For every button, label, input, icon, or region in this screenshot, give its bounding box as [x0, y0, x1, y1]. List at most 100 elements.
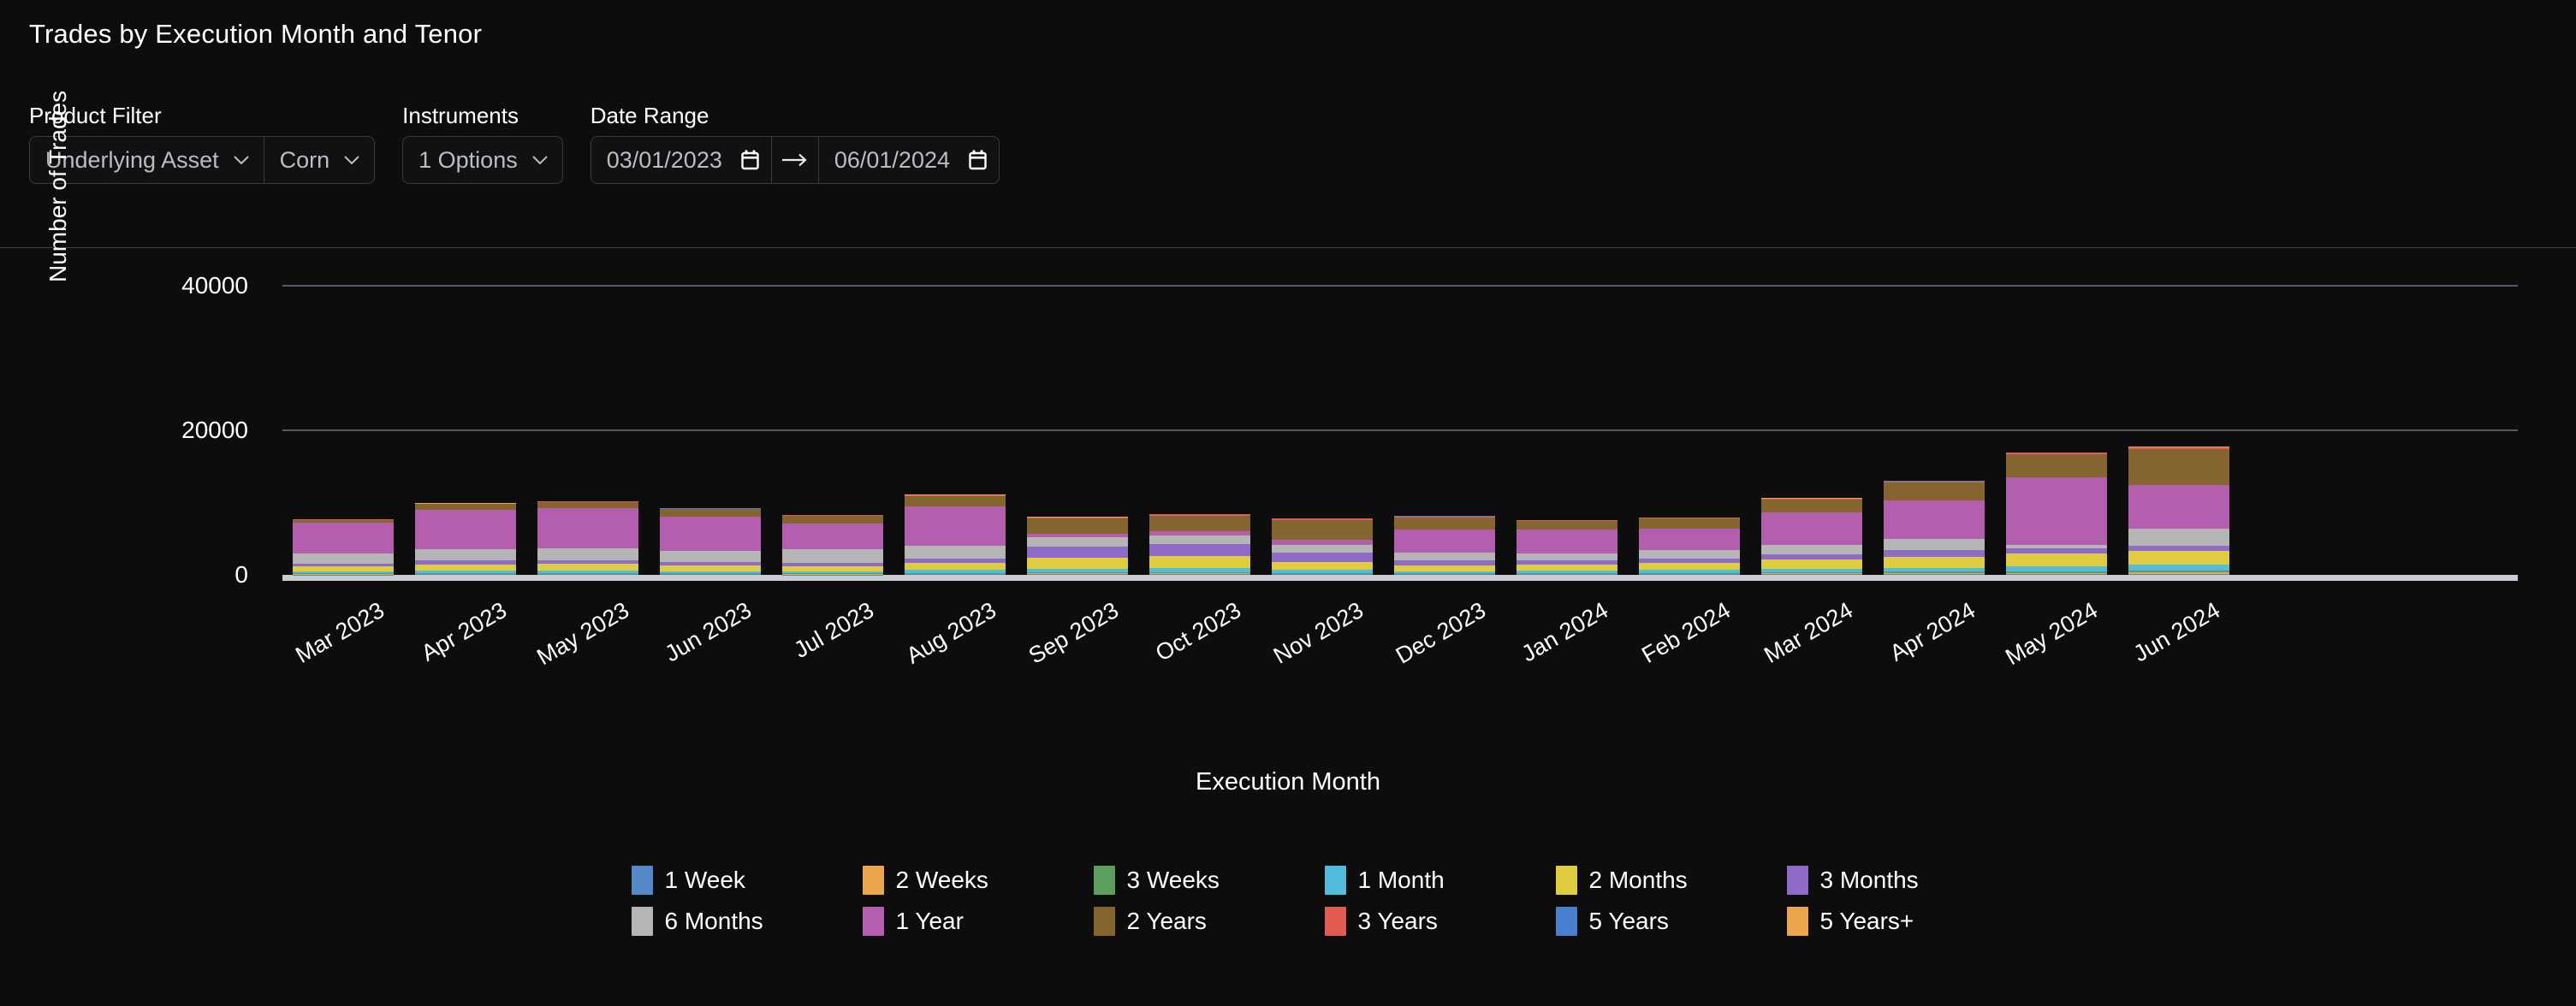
bar-column[interactable]	[660, 508, 761, 575]
bar-column[interactable]	[1027, 517, 1128, 575]
bar-segment[interactable]	[1149, 543, 1250, 557]
bar-column[interactable]	[415, 503, 516, 575]
bar-segment[interactable]	[1761, 500, 1862, 513]
bar-column[interactable]	[537, 500, 638, 575]
bar-segment[interactable]	[2006, 454, 2107, 478]
bar-segment[interactable]	[905, 562, 1006, 571]
calendar-icon[interactable]	[969, 150, 987, 170]
bar-segment[interactable]	[415, 504, 516, 511]
bar-segment[interactable]	[1394, 530, 1495, 553]
bar-segment[interactable]	[1027, 558, 1128, 569]
legend-item[interactable]: 5 Years+	[1786, 907, 1945, 936]
bar-segment[interactable]	[1517, 553, 1617, 561]
bar-segment[interactable]	[537, 547, 638, 560]
bar-segment[interactable]	[1149, 535, 1250, 544]
bar-column[interactable]	[782, 515, 883, 575]
legend-item[interactable]: 3 Months	[1786, 866, 1945, 895]
bar-segment[interactable]	[782, 549, 883, 564]
bar-segment[interactable]	[1027, 546, 1128, 559]
calendar-icon[interactable]	[741, 150, 759, 170]
bar-column[interactable]	[1149, 513, 1250, 575]
bar-column[interactable]	[2128, 447, 2229, 575]
bar-segment[interactable]	[1761, 544, 1862, 554]
bar-segment[interactable]	[537, 508, 638, 548]
bar-segment[interactable]	[1272, 574, 1373, 575]
bar-segment[interactable]	[1272, 561, 1373, 571]
legend-item[interactable]: 3 Years	[1324, 907, 1483, 936]
bar-segment[interactable]	[2128, 529, 2229, 546]
date-range-end-input[interactable]: 06/01/2024	[819, 137, 999, 183]
bar-segment[interactable]	[660, 509, 761, 517]
bar-segment[interactable]	[537, 564, 638, 571]
bar-segment[interactable]	[1149, 515, 1250, 531]
bar-column[interactable]	[1394, 516, 1495, 575]
bar-segment[interactable]	[1761, 553, 1862, 560]
bar-segment[interactable]	[2006, 477, 2107, 545]
legend-item[interactable]: 2 Months	[1555, 866, 1714, 895]
bar-segment[interactable]	[1272, 544, 1373, 553]
bar-segment[interactable]	[415, 510, 516, 549]
instruments-select[interactable]: 1 Options	[403, 137, 562, 183]
bar-segment[interactable]	[1394, 553, 1495, 561]
bar-segment[interactable]	[905, 495, 1006, 506]
legend-item[interactable]: 1 Month	[1324, 866, 1483, 895]
bar-segment[interactable]	[1517, 574, 1617, 575]
bar-segment[interactable]	[1394, 565, 1495, 571]
bar-segment[interactable]	[1394, 574, 1495, 575]
legend-item[interactable]: 3 Weeks	[1093, 866, 1252, 895]
bar-segment[interactable]	[1272, 519, 1373, 540]
bar-segment[interactable]	[1394, 517, 1495, 530]
bar-segment[interactable]	[1884, 573, 1985, 575]
legend-item[interactable]: 1 Year	[862, 907, 1021, 936]
bar-segment[interactable]	[1272, 552, 1373, 562]
bar-segment[interactable]	[1149, 574, 1250, 575]
bar-segment[interactable]	[1639, 562, 1740, 571]
bar-column[interactable]	[1517, 519, 1617, 575]
bar-segment[interactable]	[2006, 553, 2107, 566]
bar-segment[interactable]	[2006, 573, 2107, 575]
bar-segment[interactable]	[905, 546, 1006, 559]
bar-segment[interactable]	[415, 564, 516, 571]
bar-segment[interactable]	[660, 551, 761, 562]
bar-segment[interactable]	[1639, 528, 1740, 551]
bar-segment[interactable]	[537, 501, 638, 509]
bar-segment[interactable]	[1517, 564, 1617, 571]
bar-segment[interactable]	[293, 522, 394, 554]
bar-segment[interactable]	[1027, 537, 1128, 547]
bar-segment[interactable]	[1027, 518, 1128, 534]
bar-segment[interactable]	[2128, 573, 2229, 575]
bar-segment[interactable]	[293, 553, 394, 565]
bar-segment[interactable]	[660, 574, 761, 575]
bar-segment[interactable]	[415, 548, 516, 561]
bar-segment[interactable]	[2128, 545, 2229, 552]
bar-segment[interactable]	[660, 565, 761, 571]
bar-segment[interactable]	[782, 523, 883, 550]
bar-segment[interactable]	[415, 574, 516, 575]
bar-column[interactable]	[1272, 518, 1373, 575]
legend-item[interactable]: 6 Months	[631, 907, 790, 936]
bar-segment[interactable]	[1761, 512, 1862, 545]
legend-item[interactable]: 5 Years	[1555, 907, 1714, 936]
bar-segment[interactable]	[1517, 529, 1617, 553]
bar-segment[interactable]	[1517, 520, 1617, 530]
bar-segment[interactable]	[1761, 574, 1862, 575]
bar-segment[interactable]	[1761, 559, 1862, 569]
bar-segment[interactable]	[2128, 551, 2229, 565]
bar-segment[interactable]	[1027, 574, 1128, 575]
bar-segment[interactable]	[1639, 518, 1740, 529]
bar-segment[interactable]	[1884, 500, 1985, 540]
bar-segment[interactable]	[660, 516, 761, 552]
bar-segment[interactable]	[1884, 482, 1985, 501]
bar-segment[interactable]	[905, 506, 1006, 547]
legend-item[interactable]: 2 Weeks	[862, 866, 1021, 895]
bar-column[interactable]	[1639, 517, 1740, 575]
bar-segment[interactable]	[2128, 565, 2229, 571]
date-range-start-input[interactable]: 03/01/2023	[591, 137, 771, 183]
bar-segment[interactable]	[782, 516, 883, 524]
bar-column[interactable]	[905, 494, 1006, 575]
legend-item[interactable]: 2 Years	[1093, 907, 1252, 936]
bar-segment[interactable]	[1884, 550, 1985, 558]
bar-segment[interactable]	[905, 574, 1006, 575]
bar-segment[interactable]	[1149, 556, 1250, 568]
bar-segment[interactable]	[537, 574, 638, 575]
